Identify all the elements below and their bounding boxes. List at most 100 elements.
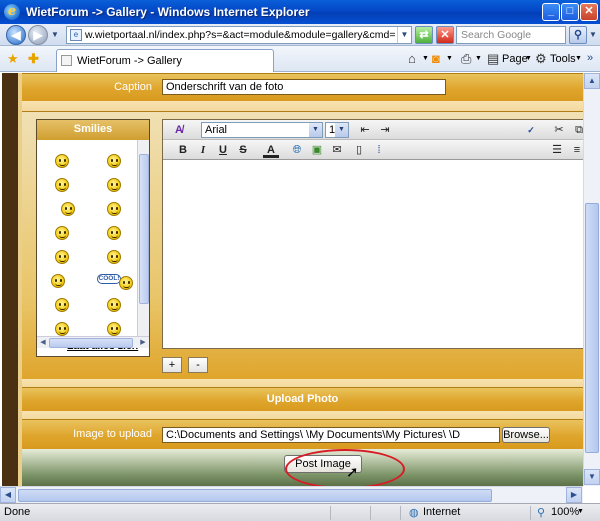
caption-input[interactable]: Onderschrift van de foto (162, 79, 446, 95)
smiley-glasses-icon[interactable] (107, 226, 121, 240)
align-left-icon[interactable]: ☰ (549, 142, 565, 158)
add-favorite-icon[interactable]: ✚ (28, 51, 39, 67)
scroll-left-icon[interactable]: ◀ (37, 337, 49, 349)
history-dropdown-icon[interactable]: ▼ (51, 30, 59, 39)
zoom-dropdown-icon[interactable]: ▼ (577, 508, 584, 515)
zone-cell: ◍ Internet (400, 506, 530, 520)
cool-bubble-icon: COOL! (97, 274, 121, 284)
smiley-worried-icon[interactable] (107, 154, 121, 168)
url-text: w.wietportaal.nl/index.php?s=&act=module… (85, 29, 395, 41)
scroll-down-icon[interactable]: ▼ (584, 469, 600, 485)
search-input[interactable]: Search Google (456, 26, 566, 44)
stop-icon[interactable]: ✕ (436, 26, 454, 44)
expand-editor-button[interactable]: + (162, 357, 182, 373)
outdent-icon[interactable]: ⇤ (357, 122, 373, 138)
maximize-button[interactable]: □ (561, 3, 579, 21)
smiley-grin-icon[interactable] (55, 178, 69, 192)
copy-icon[interactable]: ⧉ (571, 122, 583, 138)
smiley-kiss-icon[interactable] (51, 274, 65, 288)
text-color-icon[interactable]: A (263, 142, 279, 158)
indent-icon[interactable]: ⇥ (377, 122, 393, 138)
rich-text-editor: A̸ Arial ▼ 1 ▼ ⇤ ⇥ ✓ ✂ ⧉ B I U S A 🌐︎ ▣ … (162, 119, 583, 349)
close-button[interactable]: ✕ (580, 3, 598, 21)
insert-link-icon[interactable]: 🌐︎ (289, 142, 305, 158)
status-cell (330, 506, 370, 520)
page-menu[interactable]: Page (502, 53, 528, 65)
tools-gear-icon[interactable]: ⚙ (535, 51, 547, 67)
url-input[interactable]: e w.wietportaal.nl/index.php?s=&act=modu… (66, 26, 412, 44)
scroll-right-icon[interactable]: ▶ (566, 487, 582, 503)
smiley-tongue-icon[interactable] (55, 154, 69, 168)
strikethrough-button[interactable]: S (235, 142, 251, 158)
zoom-cell[interactable]: ⚲ 100% ▼ (530, 506, 600, 520)
smiley-shocked-icon[interactable] (107, 250, 121, 264)
smiley-sing-icon[interactable] (55, 322, 69, 336)
upload-photo-header: Upload Photo (266, 393, 339, 405)
font-family-select[interactable]: Arial ▼ (201, 122, 323, 138)
print-icon[interactable]: ⎙ (461, 51, 471, 67)
insert-quote-icon[interactable]: ▯ (351, 142, 367, 158)
smiley-scream-icon[interactable] (107, 298, 121, 312)
upload-header-row: Upload Photo (22, 387, 583, 411)
tools-menu[interactable]: Tools (550, 53, 576, 65)
smiley-wave-icon[interactable] (61, 202, 75, 216)
smilies-vertical-scrollbar[interactable] (137, 140, 149, 336)
underline-button[interactable]: U (215, 142, 231, 158)
smiley-wink-icon[interactable] (107, 202, 121, 216)
clear-format-icon[interactable]: A̸ (171, 122, 187, 138)
shrink-editor-button[interactable]: - (188, 357, 208, 373)
scroll-up-icon[interactable]: ▲ (584, 73, 600, 89)
align-justify-icon[interactable]: ≡ (569, 142, 583, 158)
go-refresh-icon[interactable]: ⇄ (415, 26, 433, 44)
smiley-surprised-icon[interactable] (55, 250, 69, 264)
more-tools-icon[interactable]: » (587, 52, 593, 64)
smilies-hscroll-thumb[interactable] (49, 338, 133, 348)
back-button[interactable]: ◀ (6, 25, 26, 45)
page-dropdown-icon[interactable]: ▼ (525, 55, 532, 62)
scroll-left-icon[interactable]: ◀ (0, 487, 16, 503)
feeds-icon[interactable]: ◙ (432, 51, 440, 67)
page-hscroll-thumb[interactable] (18, 489, 492, 502)
search-icon[interactable]: ⚲ (569, 26, 587, 44)
home-icon[interactable]: ⌂ (408, 51, 416, 67)
url-dropdown-icon[interactable]: ▼ (397, 27, 411, 43)
search-options-icon[interactable]: ▼ (589, 30, 597, 39)
insert-image-icon[interactable]: ▣ (309, 142, 325, 158)
font-size-select[interactable]: 1 ▼ (325, 122, 349, 138)
home-dropdown-icon[interactable]: ▼ (422, 55, 429, 62)
file-path-input[interactable]: C:\Documents and Settings\ \My Documents… (162, 427, 500, 443)
page-vscroll-thumb[interactable] (585, 203, 599, 453)
smilies-horizontal-scrollbar[interactable]: ◀ ▶ (37, 336, 149, 348)
caption-label: Caption (114, 81, 152, 93)
smiley-smile-icon[interactable] (107, 322, 121, 336)
forward-button[interactable]: ▶ (28, 25, 48, 45)
tab-wietforum[interactable]: WietForum -> Gallery (56, 49, 274, 72)
zoom-icon: ⚲ (537, 507, 546, 519)
tab-favicon-icon (61, 55, 72, 66)
insert-email-icon[interactable]: ✉ (329, 142, 345, 158)
page-vertical-scrollbar[interactable]: ▲ ▼ (583, 73, 600, 486)
spellcheck-icon[interactable]: ✓ (523, 122, 539, 138)
smiley-cheer-icon[interactable] (55, 298, 69, 312)
favorites-star-icon[interactable]: ★ (7, 51, 19, 67)
font-size-dropdown-icon: ▼ (335, 123, 348, 137)
scroll-right-icon[interactable]: ▶ (137, 337, 149, 349)
cut-icon[interactable]: ✂ (551, 122, 567, 138)
insert-code-icon[interactable]: ⁞ (371, 142, 387, 158)
smilies-vscroll-thumb[interactable] (139, 154, 149, 304)
page-icon[interactable]: ▤ (487, 51, 499, 67)
print-dropdown-icon[interactable]: ▼ (475, 55, 482, 62)
page-horizontal-scrollbar[interactable]: ◀ ▶ (0, 486, 583, 503)
minimize-button[interactable]: _ (542, 3, 560, 21)
editor-textarea[interactable] (163, 160, 583, 348)
gallery-form: Caption Onderschrift van de foto Smilies… (18, 73, 583, 486)
bold-button[interactable]: B (175, 142, 191, 158)
browse-button[interactable]: Browse... (502, 427, 550, 443)
italic-button[interactable]: I (195, 142, 211, 158)
smiley-big-grin-icon[interactable] (55, 226, 69, 240)
feeds-dropdown-icon[interactable]: ▼ (446, 55, 453, 62)
address-bar: ◀ ▶ ▼ e w.wietportaal.nl/index.php?s=&ac… (0, 24, 600, 46)
tools-dropdown-icon[interactable]: ▼ (575, 55, 582, 62)
smiley-cool-icon[interactable] (119, 276, 133, 290)
smiley-laugh-icon[interactable] (107, 178, 121, 192)
